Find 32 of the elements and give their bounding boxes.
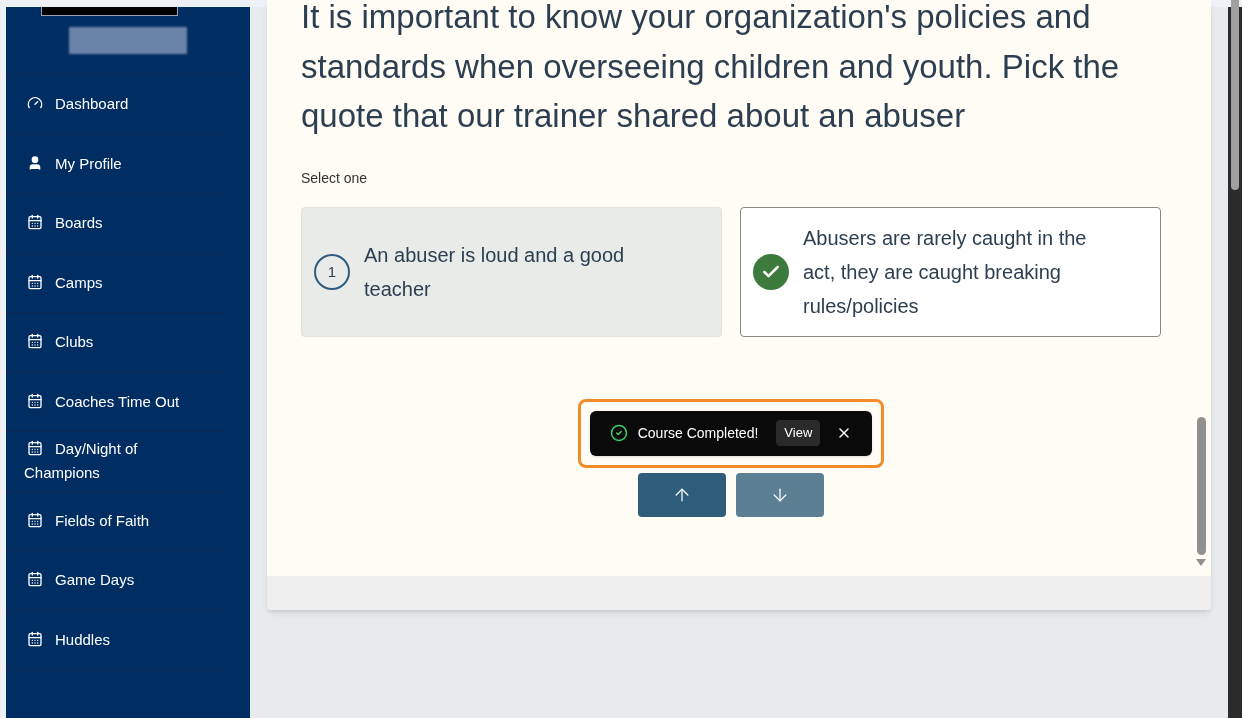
window-scrollbar-thumb[interactable] [1231, 0, 1239, 190]
sidebar-link[interactable]: Clubs [24, 330, 94, 355]
toast-message: Course Completed! [637, 423, 759, 443]
calendar-icon [27, 273, 43, 290]
instruction-text: Select one [301, 168, 369, 188]
answer-option[interactable]: 1 An abuser is loud and a good teacher [301, 206, 722, 337]
success-icon [609, 424, 628, 442]
scrollbar-thumb[interactable] [1196, 417, 1206, 555]
calendar-icon [27, 440, 43, 457]
calendar-icon [27, 392, 43, 409]
sidebar-link[interactable]: Game Days [24, 568, 135, 593]
sidebar-link[interactable]: Day/Night of Champions [24, 437, 208, 486]
sidebar-link[interactable]: Huddles [24, 627, 111, 652]
sidebar-link[interactable]: Camps [24, 270, 103, 295]
sidebar-link[interactable]: Dashboard [24, 92, 129, 117]
calendar-icon [27, 571, 43, 588]
calendar-icon [27, 511, 43, 528]
sidebar-link[interactable]: My Profile [24, 151, 122, 176]
question-text: It is important to know your organization's policies and standards when overseeing children and youth. Pick the quote that our trainer shared about an abuser [301, 0, 1121, 136]
sidebar-link[interactable]: Coaches Time Out [24, 389, 180, 414]
option-number: 1 [314, 253, 350, 290]
up-button[interactable] [638, 472, 726, 517]
sidebar-link[interactable]: Boards [24, 211, 103, 236]
answer-option[interactable]: Abusers are rarely caught in the act, they are caught breaking rules/policies [740, 206, 1161, 337]
view-button[interactable]: View [776, 420, 821, 446]
check-icon [753, 253, 789, 290]
user-icon [27, 154, 43, 171]
calendar-icon [27, 214, 43, 231]
sidebar-link[interactable]: Fields of Faith [24, 508, 150, 533]
calendar-icon [27, 630, 43, 647]
scroll-down-icon[interactable] [1196, 559, 1206, 566]
calendar-icon [27, 333, 43, 350]
